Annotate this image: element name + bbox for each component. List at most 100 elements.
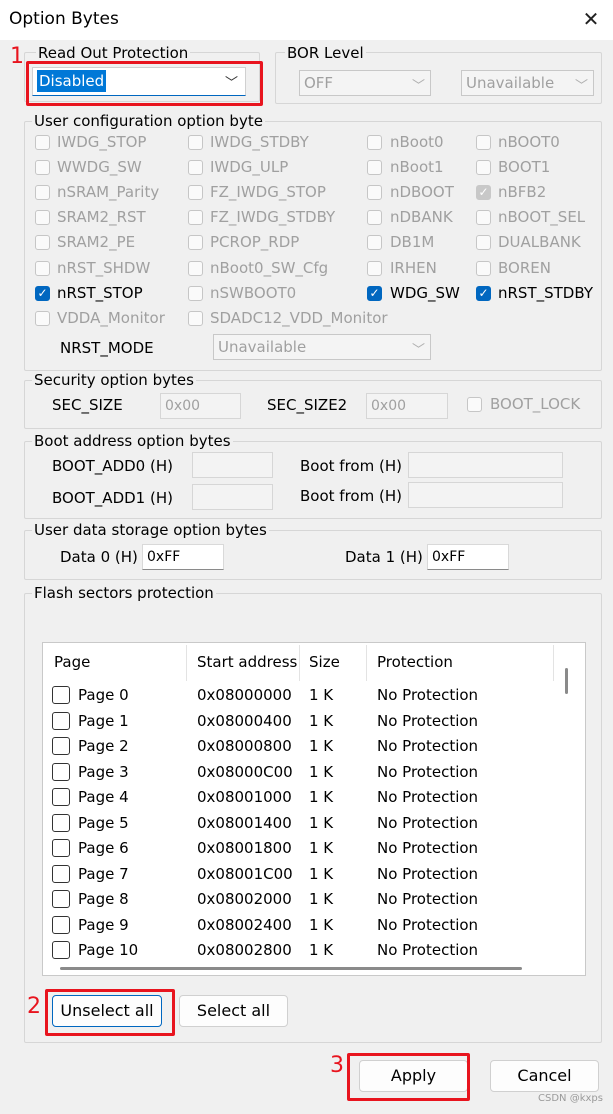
table-row[interactable]: Page 3 0x08000C00 1 K No Protection (43, 758, 563, 783)
boot-from1-field[interactable] (408, 482, 563, 508)
row-checkbox[interactable] (52, 890, 70, 908)
checkbox-sdadc12-vdd-monitor[interactable] (188, 311, 203, 326)
option-label: DUALBANK (498, 233, 581, 251)
bor-second-combobox[interactable]: Unavailable ﹀ (461, 70, 594, 96)
checkbox-boot1[interactable] (476, 160, 491, 175)
vertical-scrollbar[interactable] (565, 668, 568, 694)
row-checkbox[interactable] (52, 915, 70, 934)
row-checkbox[interactable] (52, 762, 70, 781)
column-header-protection[interactable]: Protection (377, 653, 453, 671)
checkbox-pcrop-rdp[interactable] (188, 235, 203, 250)
close-icon[interactable]: ✕ (578, 6, 604, 32)
checkbox-wwdg-sw[interactable] (35, 160, 50, 175)
cancel-button[interactable]: Cancel (490, 1060, 599, 1092)
option-label: nSWBOOT0 (210, 284, 297, 302)
table-row[interactable]: Page 6 0x08001800 1 K No Protection (43, 834, 563, 859)
checkbox-nboot0[interactable] (367, 135, 382, 150)
table-row[interactable]: Page 5 0x08001400 1 K No Protection (43, 809, 563, 834)
row-checkbox[interactable] (52, 813, 70, 832)
checkbox-fz-iwdg-stdby[interactable] (188, 210, 203, 225)
checkbox-iwdg-ulp[interactable] (188, 160, 203, 175)
table-row[interactable]: Page 7 0x08001C00 1 K No Protection (43, 860, 563, 885)
checkbox-vdda-monitor[interactable] (35, 311, 50, 326)
column-divider[interactable] (553, 645, 554, 681)
row-checkbox[interactable] (52, 839, 70, 857)
horizontal-scrollbar[interactable] (60, 967, 522, 970)
option-label: FZ_IWDG_STDBY (210, 208, 336, 226)
row-checkbox[interactable] (52, 864, 70, 883)
boot-lock-checkbox[interactable] (467, 397, 482, 412)
checkbox-db1m[interactable] (367, 235, 382, 250)
annotation-number-3: 3 (330, 1053, 344, 1078)
checkbox-nboot0-sw-cfg[interactable] (188, 261, 203, 276)
row-checkbox[interactable] (52, 737, 70, 755)
column-divider[interactable] (186, 645, 187, 681)
checkbox-nboot1[interactable] (367, 160, 382, 175)
checkbox-ndbank[interactable] (367, 210, 382, 225)
checkbox-irhen[interactable] (367, 261, 382, 276)
checkbox-dualbank[interactable] (476, 235, 491, 250)
column-header-start-address[interactable]: Start address (197, 653, 297, 671)
table-row[interactable]: Page 8 0x08002000 1 K No Protection (43, 885, 563, 910)
bor-level-combobox[interactable]: OFF ﹀ (299, 70, 431, 96)
checkbox-fz-iwdg-stop[interactable] (188, 185, 203, 200)
data0-input[interactable]: 0xFF (142, 544, 224, 570)
boot-from0-field[interactable] (408, 452, 563, 478)
column-header-size[interactable]: Size (309, 653, 340, 671)
option-label: nBoot0 (390, 133, 444, 151)
nrst-mode-label: NRST_MODE (60, 339, 154, 357)
checkbox-nrst-stdby[interactable]: ✓ (476, 286, 491, 301)
checkbox-nboot0[interactable] (476, 135, 491, 150)
nrst-mode-combobox[interactable]: Unavailable ﹀ (213, 334, 431, 360)
table-row[interactable]: Page 10 0x08002800 1 K No Protection (43, 936, 563, 961)
row-checkbox[interactable] (52, 941, 70, 959)
rdp-legend: Read Out Protection (36, 44, 191, 62)
checkbox-nsram-parity[interactable] (35, 185, 50, 200)
checkbox-nboot-sel[interactable] (476, 210, 491, 225)
option-label: nRST_STDBY (498, 284, 593, 302)
checkbox-nrst-stop[interactable]: ✓ (35, 286, 50, 301)
checkbox-nrst-shdw[interactable] (35, 261, 50, 276)
user-data-legend: User data storage option bytes (32, 521, 269, 539)
table-row[interactable]: Page 9 0x08002400 1 K No Protection (43, 911, 563, 936)
cell-page: Page 7 (78, 864, 129, 883)
boot-add1-field[interactable] (192, 484, 273, 510)
boot-from0-label: Boot from (H) (300, 457, 402, 475)
checkbox-ndboot[interactable] (367, 185, 382, 200)
table-row[interactable]: Page 2 0x08000800 1 K No Protection (43, 732, 563, 757)
checkbox-sram2-rst[interactable] (35, 210, 50, 225)
annotation-number-2: 2 (27, 994, 41, 1019)
column-divider[interactable] (366, 645, 367, 681)
row-checkbox[interactable] (52, 711, 70, 730)
checkbox-sram2-pe[interactable] (35, 235, 50, 250)
row-checkbox[interactable] (52, 686, 70, 704)
cell-protection: No Protection (377, 915, 479, 934)
cell-protection: No Protection (377, 941, 479, 959)
table-row[interactable]: Page 4 0x08001000 1 K No Protection (43, 783, 563, 808)
checkbox-iwdg-stop[interactable] (35, 135, 50, 150)
table-row[interactable]: Page 0 0x08000000 1 K No Protection (43, 681, 563, 706)
data1-input[interactable]: 0xFF (427, 544, 509, 570)
sec-size2-value: 0x00 (371, 398, 407, 414)
select-all-button[interactable]: Select all (179, 995, 288, 1027)
cell-protection: No Protection (377, 711, 479, 730)
table-row[interactable]: Page 1 0x08000400 1 K No Protection (43, 707, 563, 732)
column-divider[interactable] (299, 645, 300, 681)
checkbox-nbfb2[interactable]: ✓ (476, 185, 491, 200)
option-label: IWDG_STDBY (210, 133, 309, 151)
sec-size2-label: SEC_SIZE2 (267, 396, 348, 414)
cell-protection: No Protection (377, 839, 479, 857)
cell-protection: No Protection (377, 762, 479, 781)
cell-protection: No Protection (377, 890, 479, 908)
sec-size-field[interactable]: 0x00 (160, 393, 241, 419)
sec-size2-field[interactable]: 0x00 (366, 393, 448, 419)
checkbox-wdg-sw[interactable]: ✓ (367, 286, 382, 301)
checkbox-nswboot0[interactable] (188, 286, 203, 301)
cell-protection: No Protection (377, 686, 479, 704)
row-checkbox[interactable] (52, 788, 70, 806)
boot-add0-field[interactable] (192, 452, 273, 478)
column-header-page[interactable]: Page (54, 653, 90, 671)
checkbox-boren[interactable] (476, 261, 491, 276)
checkbox-iwdg-stdby[interactable] (188, 135, 203, 150)
cell-protection: No Protection (377, 813, 479, 832)
